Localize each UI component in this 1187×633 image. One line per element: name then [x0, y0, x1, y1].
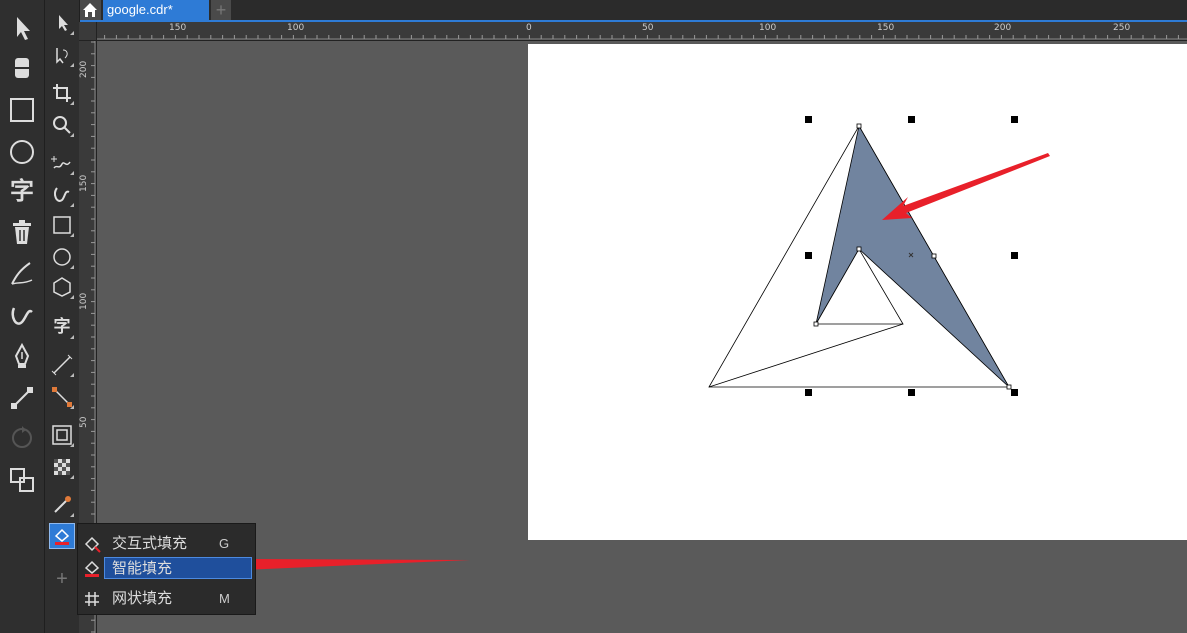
menu-item-shortcut: G [219, 536, 230, 551]
menu-item-shortcut: M [219, 591, 230, 606]
connecting-line [708, 323, 904, 388]
fill-tool-flyout: 交互式填充 G 智能填充 网状填充 M [77, 523, 256, 615]
smart-fill-icon [84, 560, 100, 577]
menu-item-smart-fill[interactable]: 智能填充 [78, 556, 255, 582]
menu-item-label: 网状填充 [112, 590, 173, 607]
menu-item-mesh-fill[interactable]: 网状填充 M [78, 586, 255, 612]
annotation-arrow-shape [882, 153, 1050, 220]
interactive-fill-icon [84, 536, 101, 553]
menu-item-interactive-fill[interactable]: 交互式填充 G [78, 531, 255, 557]
mesh-fill-icon [85, 592, 99, 606]
menu-item-label: 智能填充 [112, 560, 173, 577]
menu-item-label: 交互式填充 [112, 535, 188, 552]
